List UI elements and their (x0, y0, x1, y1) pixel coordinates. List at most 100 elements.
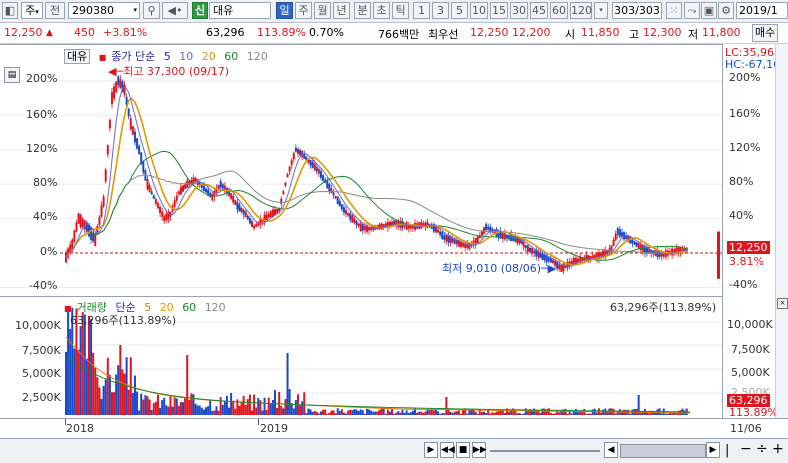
scroll-thumb[interactable] (620, 444, 706, 458)
period-tick[interactable]: 틱 (392, 2, 409, 19)
square-icon: ■ (98, 53, 107, 62)
search-button[interactable]: ⚲ (143, 2, 160, 19)
interval-120[interactable]: 120 (570, 2, 592, 19)
candle-body (380, 223, 383, 230)
interval-15[interactable]: 15 (490, 2, 508, 19)
stock-code-input[interactable]: 290380 ▾ (68, 2, 140, 19)
volume-bar (437, 411, 440, 415)
y-tick-80: 80% (33, 176, 58, 189)
scroll-right-icon[interactable]: ▶ (706, 442, 720, 458)
prev-button[interactable]: 전 (45, 2, 65, 19)
volume-bar (347, 410, 350, 415)
volume-bar (468, 410, 471, 415)
y-tick-0: 0% (40, 245, 58, 258)
period-minute[interactable]: 분 (354, 2, 371, 19)
period-second[interactable]: 초 (373, 2, 390, 19)
volume-bar (355, 409, 358, 415)
scroll-left-icon[interactable]: ◀ (604, 442, 618, 458)
fast-forward-icon[interactable]: ▶▶ (472, 442, 487, 458)
candle-body (87, 224, 90, 237)
sound-toggle[interactable]: ◀• (162, 2, 188, 19)
price-chart[interactable] (0, 45, 722, 297)
gear-icon[interactable]: ⚙ (718, 2, 734, 19)
chart-settings-icon[interactable]: ⤳ (684, 2, 700, 19)
volume-bar (328, 412, 331, 415)
candle-body (146, 179, 149, 190)
zoom-in-icon[interactable]: + (772, 441, 784, 457)
zoom-out-icon[interactable]: − (740, 441, 752, 457)
candle-body (230, 193, 233, 199)
volume-bar (223, 400, 226, 415)
interval-3[interactable]: 3 (432, 2, 449, 19)
vol-y-2500: 2,500K (22, 391, 61, 404)
close-panel-icon[interactable]: × (777, 298, 788, 309)
candle-body (269, 211, 272, 218)
volume-bar (319, 411, 322, 415)
volume-bar (470, 409, 473, 415)
volume-bar (244, 405, 247, 415)
volume-bar (349, 409, 352, 415)
period-year[interactable]: 년 (333, 2, 350, 19)
stop-icon[interactable]: ■ (456, 442, 470, 458)
buy-sell-button[interactable]: 매수 (752, 24, 779, 42)
candle-body (353, 218, 356, 223)
volume-bar (543, 408, 546, 415)
grid-dots-icon[interactable]: ⁙ (666, 2, 682, 19)
count-field[interactable]: 303/303 (612, 2, 662, 19)
candle-body (612, 239, 615, 246)
volume-bar (190, 393, 193, 415)
candle-body (614, 233, 617, 241)
chart-list-icon[interactable]: ▤ (4, 67, 20, 83)
candle-body (351, 215, 354, 223)
high-label: 고 (629, 28, 640, 41)
candle-body (136, 138, 139, 149)
volume-bar (175, 398, 178, 415)
vol-y-10000: 10,000K (15, 319, 61, 332)
period-week[interactable]: 주 (295, 2, 312, 19)
scroll-track[interactable] (490, 450, 600, 452)
volume-bar (418, 411, 421, 415)
volume-bar (169, 395, 172, 415)
candle-body (359, 223, 362, 232)
volume-bar (324, 409, 327, 415)
volume-bar (142, 399, 145, 415)
volume-bar (420, 411, 423, 415)
interval-45[interactable]: 45 (530, 2, 548, 19)
candle-body (246, 215, 249, 220)
period-day[interactable]: 일 (276, 2, 293, 19)
candle-body (294, 147, 297, 152)
volume-bar (177, 405, 180, 415)
volume-bar (292, 408, 295, 415)
volume-bar (441, 413, 444, 415)
interval-dropdown[interactable]: ▾ (594, 2, 608, 19)
play-icon[interactable]: ▶ (424, 442, 438, 458)
volume-bar (510, 410, 513, 415)
interval-1[interactable]: 1 (413, 2, 430, 19)
window-layout-icon[interactable]: ◧ (2, 2, 18, 19)
candle-body (238, 204, 241, 212)
volume-bar (424, 411, 427, 415)
candle-body (334, 195, 337, 199)
date-field[interactable]: 2019/1 (736, 2, 788, 19)
interval-5[interactable]: 5 (451, 2, 468, 19)
low-label: 저 (688, 28, 699, 41)
volume-bar (395, 412, 398, 415)
volume-bar (230, 393, 233, 415)
volume-bar (393, 413, 396, 415)
y-right-40: 40% (729, 209, 754, 222)
stock-name-field[interactable]: 대유 (209, 2, 271, 19)
candle-body (483, 227, 485, 234)
save-icon[interactable]: ▣ (701, 2, 717, 19)
zoom-fit-icon[interactable]: ÷ (756, 441, 768, 457)
interval-60[interactable]: 60 (550, 2, 568, 19)
interval-30[interactable]: 30 (510, 2, 528, 19)
volume-bar (491, 412, 494, 415)
period-month[interactable]: 월 (314, 2, 331, 19)
volume-bar (493, 412, 496, 415)
rewind-icon[interactable]: ◀◀ (440, 442, 455, 458)
high-annotation-text: 최고 37,300 (09/17) (123, 65, 230, 78)
volume-bar (476, 413, 479, 415)
volume-bar (267, 397, 270, 415)
interval-10[interactable]: 10 (470, 2, 488, 19)
market-select[interactable]: 주▾ (21, 2, 43, 19)
